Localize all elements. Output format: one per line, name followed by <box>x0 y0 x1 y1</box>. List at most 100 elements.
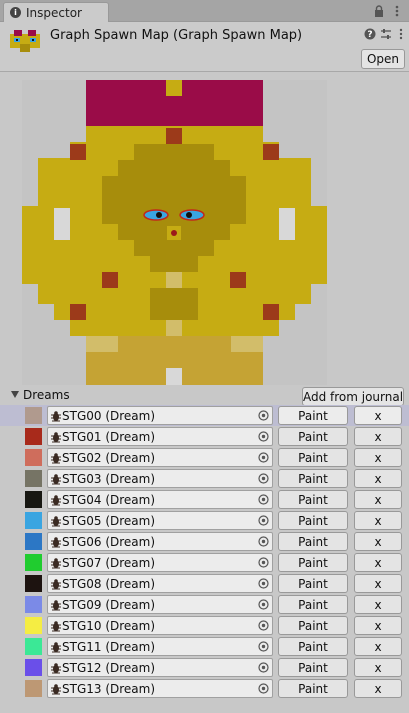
remove-dream-button[interactable]: x <box>354 532 402 551</box>
dream-row[interactable]: STG02 (Dream) Paint x <box>0 447 409 468</box>
dream-object-field[interactable]: STG11 (Dream) <box>47 637 273 656</box>
paint-button[interactable]: Paint <box>278 553 348 572</box>
dream-name: STG07 (Dream) <box>62 556 156 570</box>
paint-button[interactable]: Paint <box>278 658 348 677</box>
remove-dream-button[interactable]: x <box>354 679 402 698</box>
dream-object-field[interactable]: STG05 (Dream) <box>47 511 273 530</box>
remove-dream-button[interactable]: x <box>354 511 402 530</box>
remove-dream-button[interactable]: x <box>354 595 402 614</box>
paint-button[interactable]: Paint <box>278 679 348 698</box>
paint-button[interactable]: Paint <box>278 637 348 656</box>
paint-button[interactable]: Paint <box>278 427 348 446</box>
object-picker-icon[interactable] <box>258 473 269 484</box>
map-preview[interactable] <box>22 80 327 385</box>
dream-color-swatch[interactable] <box>25 428 42 445</box>
object-picker-icon[interactable] <box>258 557 269 568</box>
dream-row[interactable]: STG05 (Dream) Paint x <box>0 510 409 531</box>
paint-button[interactable]: Paint <box>278 532 348 551</box>
object-picker-icon[interactable] <box>258 431 269 442</box>
paint-button[interactable]: Paint <box>278 595 348 614</box>
info-icon: i <box>10 7 21 18</box>
remove-dream-button[interactable]: x <box>354 637 402 656</box>
dream-object-field[interactable]: STG09 (Dream) <box>47 595 273 614</box>
dream-object-field[interactable]: STG07 (Dream) <box>47 553 273 572</box>
dream-row[interactable]: STG08 (Dream) Paint x <box>0 573 409 594</box>
dream-color-swatch[interactable] <box>25 680 42 697</box>
lock-icon[interactable] <box>374 5 384 17</box>
dream-row[interactable]: STG03 (Dream) Paint x <box>0 468 409 489</box>
dream-row[interactable]: STG11 (Dream) Paint x <box>0 636 409 657</box>
foldout-arrow-icon[interactable] <box>11 391 19 398</box>
object-picker-icon[interactable] <box>258 578 269 589</box>
dream-color-swatch[interactable] <box>25 596 42 613</box>
dream-object-field[interactable]: STG06 (Dream) <box>47 532 273 551</box>
dream-object-field[interactable]: STG00 (Dream) <box>47 406 273 425</box>
dream-name: STG11 (Dream) <box>62 640 156 654</box>
object-picker-icon[interactable] <box>258 536 269 547</box>
dream-row[interactable]: STG06 (Dream) Paint x <box>0 531 409 552</box>
dream-object-field[interactable]: STG02 (Dream) <box>47 448 273 467</box>
paint-button[interactable]: Paint <box>278 448 348 467</box>
remove-dream-button[interactable]: x <box>354 490 402 509</box>
object-picker-icon[interactable] <box>258 662 269 673</box>
remove-dream-button[interactable]: x <box>354 616 402 635</box>
dream-row[interactable]: STG04 (Dream) Paint x <box>0 489 409 510</box>
remove-dream-button[interactable]: x <box>354 574 402 593</box>
help-icon[interactable]: ? <box>364 28 376 40</box>
kebab-menu-icon[interactable] <box>392 4 402 18</box>
dream-row[interactable]: STG07 (Dream) Paint x <box>0 552 409 573</box>
dream-object-field[interactable]: STG13 (Dream) <box>47 679 273 698</box>
dream-name: STG05 (Dream) <box>62 514 156 528</box>
dream-color-swatch[interactable] <box>25 449 42 466</box>
paint-button[interactable]: Paint <box>278 616 348 635</box>
object-picker-icon[interactable] <box>258 641 269 652</box>
dream-row[interactable]: STG01 (Dream) Paint x <box>0 426 409 447</box>
dream-color-swatch[interactable] <box>25 638 42 655</box>
add-from-journal-button[interactable]: Add from journal <box>302 387 404 406</box>
dream-name: STG10 (Dream) <box>62 619 156 633</box>
dream-row[interactable]: STG13 (Dream) Paint x <box>0 678 409 699</box>
paint-button[interactable]: Paint <box>278 469 348 488</box>
more-icon[interactable] <box>397 28 405 40</box>
dream-object-field[interactable]: STG01 (Dream) <box>47 427 273 446</box>
dream-object-field[interactable]: STG10 (Dream) <box>47 616 273 635</box>
dream-color-swatch[interactable] <box>25 512 42 529</box>
dream-row[interactable]: STG09 (Dream) Paint x <box>0 594 409 615</box>
object-picker-icon[interactable] <box>258 452 269 463</box>
object-picker-icon[interactable] <box>258 410 269 421</box>
open-button[interactable]: Open <box>361 49 405 69</box>
object-picker-icon[interactable] <box>258 515 269 526</box>
remove-dream-button[interactable]: x <box>354 553 402 572</box>
paint-button[interactable]: Paint <box>278 511 348 530</box>
dream-color-swatch[interactable] <box>25 491 42 508</box>
preset-icon[interactable] <box>380 28 392 40</box>
dream-row[interactable]: STG12 (Dream) Paint x <box>0 657 409 678</box>
dream-color-swatch[interactable] <box>25 575 42 592</box>
remove-dream-button[interactable]: x <box>354 406 402 425</box>
dream-color-swatch[interactable] <box>25 554 42 571</box>
remove-dream-button[interactable]: x <box>354 448 402 467</box>
object-picker-icon[interactable] <box>258 494 269 505</box>
remove-dream-button[interactable]: x <box>354 427 402 446</box>
remove-dream-button[interactable]: x <box>354 658 402 677</box>
tab-inspector[interactable]: i Inspector <box>3 2 109 22</box>
dream-color-swatch[interactable] <box>25 470 42 487</box>
remove-dream-button[interactable]: x <box>354 469 402 488</box>
dream-row[interactable]: STG00 (Dream) Paint x <box>0 405 409 426</box>
dream-color-swatch[interactable] <box>25 533 42 550</box>
dream-object-field[interactable]: STG04 (Dream) <box>47 490 273 509</box>
dream-object-field[interactable]: STG12 (Dream) <box>47 658 273 677</box>
dream-color-swatch[interactable] <box>25 617 42 634</box>
object-picker-icon[interactable] <box>258 683 269 694</box>
dream-color-swatch[interactable] <box>25 407 42 424</box>
paint-button[interactable]: Paint <box>278 574 348 593</box>
paint-button[interactable]: Paint <box>278 490 348 509</box>
object-picker-icon[interactable] <box>258 599 269 610</box>
object-picker-icon[interactable] <box>258 620 269 631</box>
dream-color-swatch[interactable] <box>25 659 42 676</box>
bug-icon <box>51 600 61 611</box>
paint-button[interactable]: Paint <box>278 406 348 425</box>
dream-object-field[interactable]: STG03 (Dream) <box>47 469 273 488</box>
dream-row[interactable]: STG10 (Dream) Paint x <box>0 615 409 636</box>
dream-object-field[interactable]: STG08 (Dream) <box>47 574 273 593</box>
